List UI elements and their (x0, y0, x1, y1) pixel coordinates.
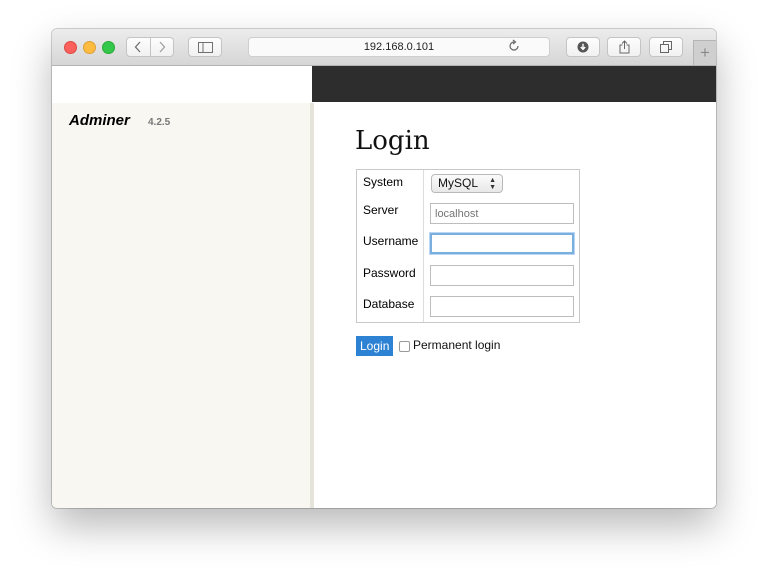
system-select[interactable]: MySQL ▲ ▼ (431, 174, 503, 193)
chevron-left-icon (134, 41, 141, 53)
new-tab-button[interactable]: + (693, 40, 716, 65)
database-input[interactable] (430, 296, 574, 317)
login-button[interactable]: Login (356, 336, 394, 356)
chevron-right-icon (159, 41, 166, 53)
system-label: System (363, 175, 404, 189)
reload-icon[interactable] (507, 39, 521, 53)
server-label: Server (363, 203, 399, 217)
history-nav (126, 37, 174, 57)
login-form-table: System MySQL ▲▼ Server Username Password… (356, 169, 580, 323)
app-name-link[interactable]: Adminer (69, 112, 130, 129)
system-select-value: MySQL (438, 176, 479, 190)
username-input[interactable] (430, 233, 574, 254)
sidebar-icon (197, 41, 213, 53)
select-arrows-icon: ▲ ▼ (489, 177, 496, 191)
zoom-window-button[interactable] (102, 41, 115, 54)
server-input[interactable] (430, 203, 574, 224)
plus-icon: + (700, 43, 710, 62)
address-bar[interactable]: 192.168.0.101 (248, 37, 550, 57)
page-title: Login (355, 126, 430, 156)
show-tabs-button[interactable] (649, 37, 683, 57)
share-button[interactable] (607, 37, 641, 57)
app-version[interactable]: 4.2.5 (148, 117, 170, 128)
password-label: Password (363, 266, 416, 280)
url-text: 192.168.0.101 (363, 41, 435, 53)
sidebar-toggle-button[interactable] (188, 37, 222, 57)
column-divider (423, 170, 424, 322)
username-label: Username (363, 234, 419, 248)
permanent-login-checkbox[interactable] (399, 341, 410, 352)
download-icon (577, 41, 589, 53)
minimize-window-button[interactable] (83, 41, 96, 54)
forward-button[interactable] (151, 38, 174, 56)
back-button[interactable] (127, 38, 150, 56)
adminer-menu: Adminer 4.2.5 (52, 103, 314, 508)
browser-toolbar: 192.168.0.101 + (52, 29, 716, 66)
downloads-button[interactable] (566, 37, 600, 57)
permanent-login-label[interactable]: Permanent login (413, 338, 500, 352)
browser-window: 192.168.0.101 + Adminer 4.2.5 Login Syst… (52, 29, 716, 508)
password-input[interactable] (430, 265, 574, 286)
database-label: Database (363, 297, 415, 311)
close-window-button[interactable] (64, 41, 77, 54)
share-icon (619, 40, 629, 54)
top-bar (312, 66, 716, 102)
tabs-icon (660, 41, 672, 53)
